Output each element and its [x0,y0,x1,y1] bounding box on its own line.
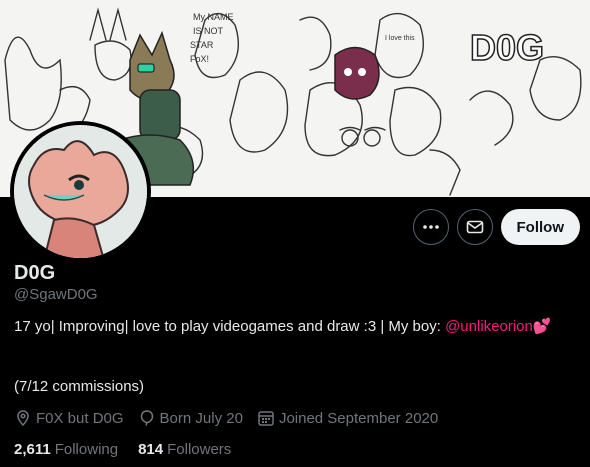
birthday-text: Born July 20 [159,409,243,427]
follow-button[interactable]: Follow [500,209,580,245]
banner-doodle-text-1: My NAME [193,12,234,22]
avatar[interactable] [10,121,151,262]
profile-meta: F0X but D0G Born July 20 Joined Septembe… [14,409,438,427]
profile-stats: 2,611 Following 814 Followers [14,441,231,458]
location-pin-icon [17,410,29,427]
avatar-image [14,125,147,258]
svg-text:STAR: STAR [190,40,214,50]
bio-line-2: (7/12 commissions) [14,378,145,395]
svg-text:IS NOT: IS NOT [193,26,224,36]
following-label: Following [54,441,119,458]
followers-link[interactable]: 814 Followers [138,441,231,458]
more-icon [422,225,439,229]
location-text: F0X but D0G [36,409,124,427]
joined-text: Joined September 2020 [278,409,439,427]
svg-text:FoX!: FoX! [190,54,209,64]
profile-actions: Follow [412,209,580,245]
bio-text: 17 yo| Improving| love to play videogame… [14,318,446,335]
following-count: 2,611 [14,441,51,458]
display-name: D0G [14,262,56,284]
calendar-icon [258,411,274,426]
handle: @SgawD0G [14,286,98,303]
joined-item: Joined September 2020 [257,409,438,427]
following-link[interactable]: 2,611 Following [14,441,118,458]
more-button[interactable] [412,209,449,245]
followers-count: 814 [138,441,164,458]
envelope-icon [466,220,483,234]
birthday-item: Born July 20 [138,409,243,427]
bio-emoji: 💕 [532,318,552,335]
banner-doodle-text-3: I love this [385,35,415,42]
balloon-icon [140,410,153,426]
message-button[interactable] [456,209,493,245]
banner-doodle-text-2: D0G [470,27,544,68]
location-item: F0X but D0G [14,409,124,427]
bio: 17 yo| Improving| love to play videogame… [14,318,552,336]
followers-label: Followers [167,441,232,458]
bio-mention-link[interactable]: @unlikeorion [445,318,533,335]
